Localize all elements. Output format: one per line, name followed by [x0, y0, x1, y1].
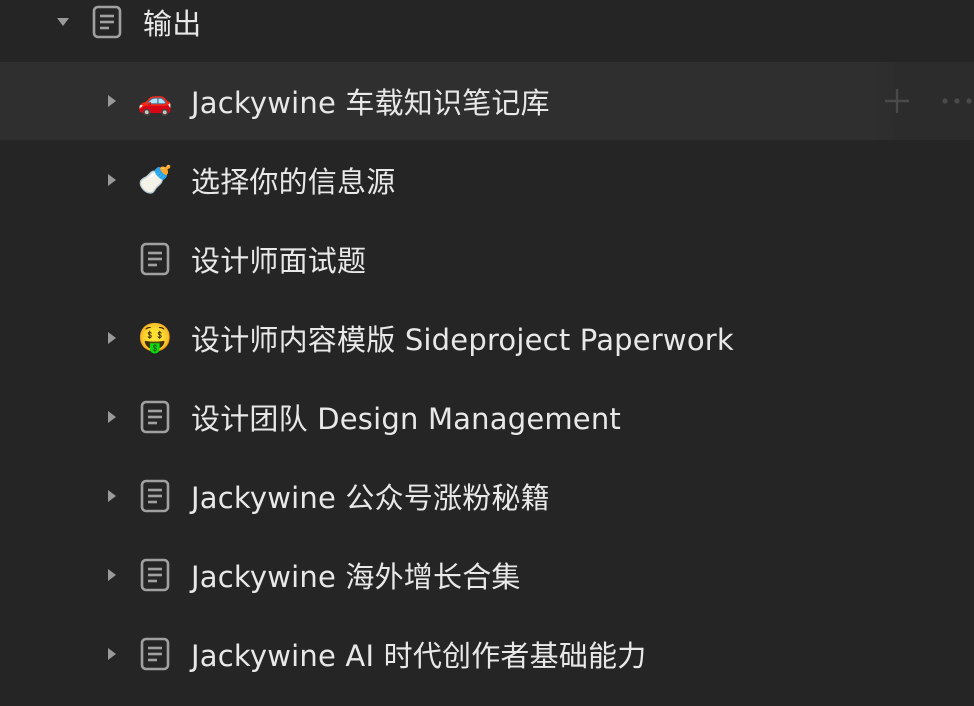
caret-right-icon[interactable] — [101, 169, 123, 191]
tree-item-wechat-growth[interactable]: Jackywine 公众号涨粉秘籍 — [0, 457, 974, 535]
tree-item-label: 设计师内容模版 Sideproject Paperwork — [191, 323, 734, 357]
plus-icon[interactable] — [882, 86, 912, 116]
baby-bottle-emoji-icon: 🍼 — [137, 163, 173, 196]
tree-item-label: 选择你的信息源 — [191, 165, 396, 199]
page-icon — [137, 636, 173, 672]
caret-right-icon[interactable] — [101, 643, 123, 665]
tree-item-parent[interactable]: 输出 — [0, 0, 974, 61]
page-icon — [137, 478, 173, 514]
money-mouth-face-emoji-icon: 🤑 — [137, 321, 173, 354]
caret-down-icon[interactable] — [52, 11, 74, 33]
caret-right-icon[interactable] — [101, 406, 123, 428]
tree-item-design-management[interactable]: 设计团队 Design Management — [0, 378, 974, 456]
tree-item-ai-creator-skills[interactable]: Jackywine AI 时代创作者基础能力 — [0, 615, 974, 693]
caret-right-icon[interactable] — [101, 327, 123, 349]
tree-item-car-knowledge[interactable]: 🚗 Jackywine 车载知识笔记库 — [0, 62, 974, 140]
page-icon — [137, 241, 173, 277]
tree-item-label: 设计师面试题 — [191, 244, 367, 278]
tree-item-label: Jackywine 海外增长合集 — [191, 560, 521, 594]
page-icon — [89, 4, 125, 40]
tree-item-label: Jackywine AI 时代创作者基础能力 — [191, 639, 647, 673]
tree-item-label: Jackywine 车载知识笔记库 — [191, 86, 550, 120]
caret-right-icon[interactable] — [101, 564, 123, 586]
tree-item-label: Jackywine 公众号涨粉秘籍 — [191, 481, 550, 515]
more-icon[interactable] — [940, 86, 974, 116]
tree-item-label: 输出 — [143, 7, 202, 41]
tree-item-info-source[interactable]: 🍼 选择你的信息源 — [0, 141, 974, 219]
car-emoji-icon: 🚗 — [137, 84, 173, 117]
tree-item-content-templates[interactable]: 🤑 设计师内容模版 Sideproject Paperwork — [0, 299, 974, 377]
tree-item-interview-questions[interactable]: 设计师面试题 — [0, 220, 974, 298]
page-icon — [137, 557, 173, 593]
caret-right-icon[interactable] — [101, 90, 123, 112]
page-icon — [137, 399, 173, 435]
caret-right-icon[interactable] — [101, 485, 123, 507]
tree-item-overseas-growth[interactable]: Jackywine 海外增长合集 — [0, 536, 974, 614]
tree-item-label: 设计团队 Design Management — [191, 402, 621, 436]
row-actions — [874, 62, 974, 140]
